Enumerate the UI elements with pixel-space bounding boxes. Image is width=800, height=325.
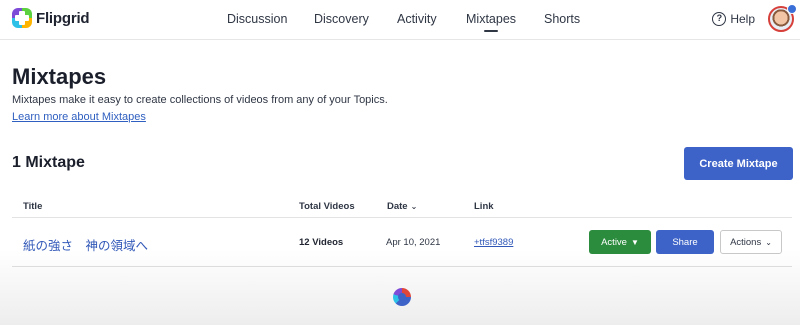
share-button[interactable]: Share: [656, 230, 714, 254]
notification-badge-icon: [787, 4, 797, 14]
mixtape-share-link[interactable]: +tfsf9389: [474, 237, 513, 248]
date-value: Apr 10, 2021: [386, 237, 441, 248]
help-link[interactable]: ? Help: [712, 12, 755, 26]
nav-item-shorts[interactable]: Shorts: [544, 12, 580, 26]
actions-label: Actions: [730, 236, 762, 248]
create-mixtape-button[interactable]: Create Mixtape: [684, 147, 793, 180]
chevron-down-icon: ▼: [630, 237, 639, 247]
total-videos-value: 12 Videos: [299, 237, 344, 248]
mixtape-count: 1 Mixtape: [12, 154, 85, 171]
column-header-date-label: Date: [387, 201, 408, 212]
status-label: Active: [601, 236, 627, 248]
page-description: Mixtapes make it easy to create collecti…: [12, 94, 388, 106]
sort-chevron-down-icon: ⌄: [410, 202, 418, 211]
learn-more-link[interactable]: Learn more about Mixtapes: [12, 111, 146, 123]
actions-dropdown-button[interactable]: Actions ⌄: [720, 230, 782, 254]
help-label: Help: [730, 12, 755, 26]
column-header-title[interactable]: Title: [23, 201, 42, 212]
column-header-date[interactable]: Date ⌄: [387, 201, 417, 212]
chevron-down-icon: ⌄: [765, 237, 772, 247]
status-dropdown-button[interactable]: Active ▼: [589, 230, 651, 254]
nav-item-mixtapes[interactable]: Mixtapes: [466, 12, 516, 26]
column-header-total-videos[interactable]: Total Videos: [299, 201, 355, 212]
table-header: Title Total Videos Date ⌄ Link: [12, 196, 792, 218]
main-nav: Discussion Discovery Activity Mixtapes S…: [0, 12, 800, 32]
table-row: 紙の強さ 神の領域へ 12 Videos Apr 10, 2021 +tfsf9…: [12, 219, 792, 267]
loading-spinner-icon: [393, 288, 411, 306]
nav-item-discussion[interactable]: Discussion: [227, 12, 287, 26]
top-navigation-bar: Flipgrid Discussion Discovery Activity M…: [0, 0, 800, 40]
question-mark-icon: ?: [712, 12, 727, 26]
nav-item-activity[interactable]: Activity: [397, 12, 437, 26]
nav-item-discovery[interactable]: Discovery: [314, 12, 369, 26]
mixtape-title-link[interactable]: 紙の強さ 神の領域へ: [23, 235, 148, 254]
page-title: Mixtapes: [12, 64, 107, 89]
column-header-link[interactable]: Link: [474, 201, 494, 212]
